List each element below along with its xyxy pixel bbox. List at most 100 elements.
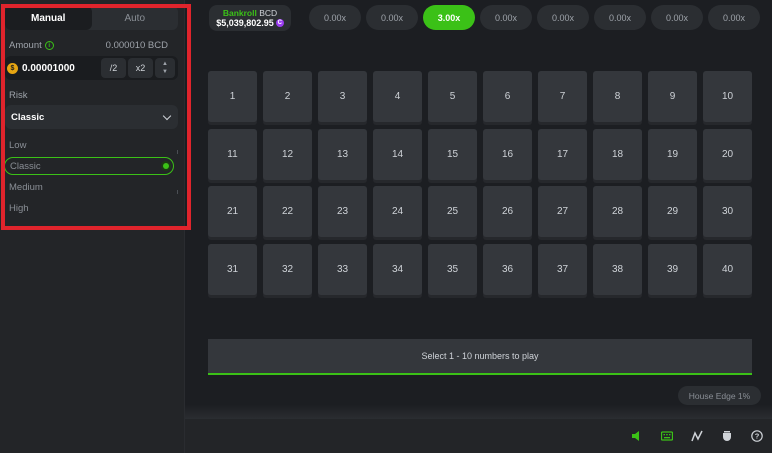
bottom-toolbar (185, 419, 772, 453)
scrollbar-mark (177, 150, 178, 154)
risk-dropdown[interactable]: Classic (5, 105, 178, 129)
keyboard-icon[interactable] (660, 429, 674, 443)
scrollbar-mark (177, 190, 178, 194)
chevron-down-icon (162, 111, 172, 120)
selected-indicator-icon (163, 163, 169, 169)
number-tile[interactable]: 7 (538, 71, 587, 122)
number-tile[interactable]: 27 (538, 186, 587, 237)
fairness-icon-svg (723, 431, 731, 441)
bankroll-label: Bankroll (222, 8, 257, 18)
multiplier-pill[interactable]: 0.00x (366, 5, 418, 30)
amount-label-wrap: Amount i (9, 40, 54, 51)
sound-icon-svg (632, 431, 639, 441)
number-tile[interactable]: 38 (593, 243, 642, 295)
amount-label: Amount (9, 40, 42, 51)
help-glyph: ? (755, 432, 760, 441)
number-tile[interactable]: 1 (208, 71, 257, 122)
number-tile[interactable]: 18 (593, 128, 642, 180)
bankroll-value-row: $5,039,802.95 C (216, 18, 284, 28)
number-tile[interactable]: 19 (648, 128, 697, 180)
stats-icon[interactable] (690, 429, 704, 443)
bankroll-title: Bankroll BCD (223, 8, 277, 18)
number-tile[interactable]: 13 (318, 128, 367, 180)
risk-option-low[interactable]: Low (4, 136, 174, 154)
number-tile[interactable]: 9 (648, 71, 697, 122)
multiplier-pill[interactable]: 0.00x (708, 5, 760, 30)
multiplier-pill[interactable]: 0.00x (309, 5, 361, 30)
number-tile[interactable]: 20 (703, 128, 752, 180)
number-tile[interactable]: 30 (703, 186, 752, 237)
chevron-up-icon[interactable]: ▲ (162, 60, 168, 68)
number-tile[interactable]: 24 (373, 186, 422, 237)
number-tile[interactable]: 21 (208, 186, 257, 237)
coin-icon: $ (7, 62, 18, 74)
number-tile[interactable]: 3 (318, 71, 367, 122)
chevron-down-icon[interactable]: ▼ (162, 68, 168, 76)
house-edge-badge: House Edge 1% (678, 386, 761, 405)
sound-icon[interactable] (630, 429, 644, 443)
risk-label: Risk (9, 90, 28, 101)
amount-currency-value: 0.000010 BCD (105, 40, 168, 51)
number-tile[interactable]: 5 (428, 71, 477, 122)
mode-tabs: Manual Auto (5, 6, 178, 30)
coin-icon: C (275, 19, 284, 27)
multiplier-pill[interactable]: 0.00x (594, 5, 646, 30)
tab-manual[interactable]: Manual (5, 6, 92, 30)
bankroll-value: $5,039,802.95 (216, 18, 274, 28)
number-tile[interactable]: 26 (483, 186, 532, 237)
multiplier-pill[interactable]: 0.00x (651, 5, 703, 30)
multiplier-pill[interactable]: 3.00x (423, 5, 475, 30)
risk-option-medium[interactable]: Medium (4, 178, 174, 196)
number-tile[interactable]: 28 (593, 186, 642, 237)
number-tile[interactable]: 16 (483, 128, 532, 180)
panel-divider (184, 0, 185, 453)
keyboard-icon-svg (661, 431, 673, 441)
bet-panel: Manual Auto Amount i 0.000010 BCD $ 0.00… (0, 0, 184, 453)
amount-row: Amount i 0.000010 BCD (9, 40, 168, 51)
number-tile[interactable]: 23 (318, 186, 367, 237)
bet-amount-input[interactable]: 0.00001000 (22, 63, 101, 74)
status-message: Select 1 - 10 numbers to play (421, 351, 539, 361)
bankroll-currency: BCD (259, 8, 278, 18)
risk-selected-value: Classic (11, 111, 45, 123)
number-tile[interactable]: 29 (648, 186, 697, 237)
half-bet-button[interactable]: /2 (101, 58, 126, 78)
bankroll-badge[interactable]: Bankroll BCD $5,039,802.95 C (209, 5, 291, 31)
multiplier-pill[interactable]: 0.00x (480, 5, 532, 30)
bet-stepper[interactable]: ▲ ▼ (155, 58, 175, 78)
bet-amount-field[interactable]: $ 0.00001000 /2 x2 ▲ ▼ (5, 56, 178, 80)
risk-option-high[interactable]: High (4, 199, 174, 217)
tab-auto[interactable]: Auto (92, 6, 179, 30)
number-tile[interactable]: 37 (538, 243, 587, 295)
help-icon[interactable]: ? (750, 429, 764, 443)
risk-option-classic[interactable]: Classic (4, 157, 174, 175)
risk-option-label: Classic (10, 160, 41, 172)
number-tile[interactable]: 11 (208, 128, 257, 180)
number-tile[interactable]: 2 (263, 71, 312, 122)
info-icon[interactable]: i (44, 41, 54, 50)
number-tile[interactable]: 25 (428, 186, 477, 237)
number-tile[interactable]: 33 (318, 243, 367, 295)
number-tile[interactable]: 34 (373, 243, 422, 295)
number-tile[interactable]: 10 (703, 71, 752, 122)
number-tile[interactable]: 36 (483, 243, 532, 295)
number-tile[interactable]: 39 (648, 243, 697, 295)
table-floor (185, 405, 772, 419)
help-icon-svg: ? (751, 430, 763, 442)
status-bar: Select 1 - 10 numbers to play (208, 339, 752, 375)
number-tile[interactable]: 22 (263, 186, 312, 237)
number-tile[interactable]: 4 (373, 71, 422, 122)
double-bet-button[interactable]: x2 (128, 58, 153, 78)
number-tile[interactable]: 12 (263, 128, 312, 180)
multiplier-pill[interactable]: 0.00x (537, 5, 589, 30)
number-tile[interactable]: 17 (538, 128, 587, 180)
fairness-icon[interactable] (720, 429, 734, 443)
number-tile[interactable]: 32 (263, 243, 312, 295)
number-tile[interactable]: 6 (483, 71, 532, 122)
number-tile[interactable]: 14 (373, 128, 422, 180)
number-tile[interactable]: 35 (428, 243, 477, 295)
number-tile[interactable]: 15 (428, 128, 477, 180)
number-tile[interactable]: 8 (593, 71, 642, 122)
number-tile[interactable]: 31 (208, 243, 257, 295)
number-tile[interactable]: 40 (703, 243, 752, 295)
